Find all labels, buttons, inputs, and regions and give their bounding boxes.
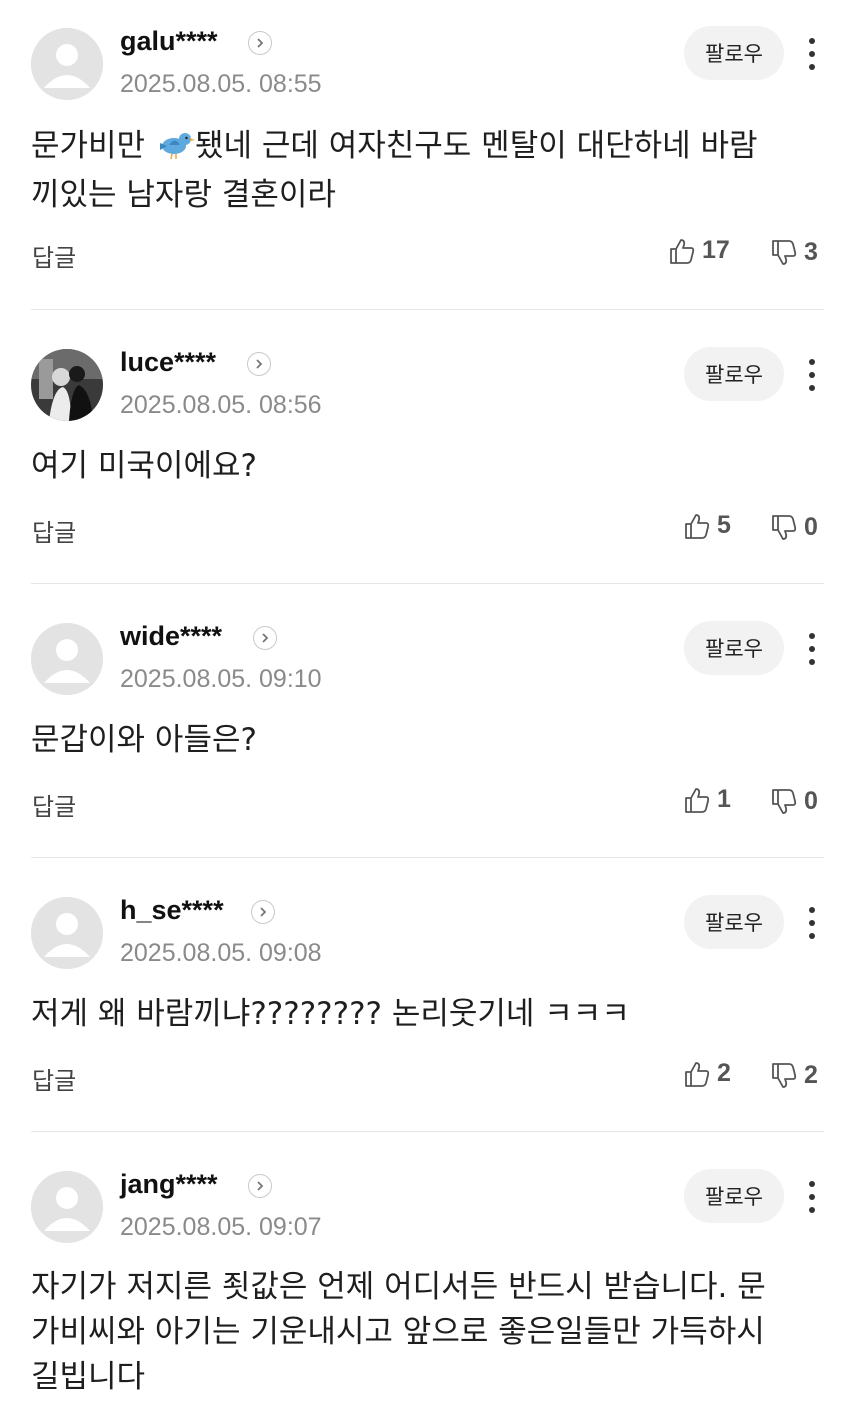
more-options-icon[interactable] <box>796 623 828 675</box>
follow-button[interactable]: 팔로우 <box>684 1169 784 1223</box>
like-count: 2 <box>717 1059 731 1087</box>
comment-text: 자기가 저지른 죗값은 언제 어디서든 반드시 받습니다. 문가비씨와 아기는 … <box>31 1269 766 1395</box>
default-avatar-icon <box>31 623 103 695</box>
dislike-button[interactable]: 0 <box>770 513 818 542</box>
reply-button[interactable]: 답글 <box>32 1061 76 1096</box>
photo-avatar-icon <box>31 349 103 421</box>
profile-chevron-icon[interactable] <box>248 1174 272 1198</box>
divider <box>31 1131 824 1132</box>
dislike-count: 2 <box>804 1061 818 1089</box>
thumbs-down-icon <box>772 239 797 265</box>
dislike-count: 0 <box>804 787 818 815</box>
comment-text-part: 문가비만 <box>31 128 155 164</box>
follow-button[interactable]: 팔로우 <box>684 347 784 401</box>
profile-chevron-icon[interactable] <box>251 900 275 924</box>
avatar[interactable] <box>31 897 103 969</box>
comment-item: jang**** 2025.08.05. 09:07 팔로우 자기가 저지른 죗… <box>0 1143 850 1409</box>
username[interactable]: jang**** <box>120 1169 218 1200</box>
like-button[interactable]: 17 <box>668 236 730 265</box>
avatar[interactable] <box>31 28 103 100</box>
profile-chevron-icon[interactable] <box>253 626 277 650</box>
username[interactable]: wide**** <box>120 621 222 652</box>
profile-chevron-icon[interactable] <box>247 352 271 376</box>
more-options-icon[interactable] <box>796 349 828 401</box>
like-button[interactable]: 2 <box>683 1059 731 1088</box>
username[interactable]: luce**** <box>120 347 216 378</box>
like-button[interactable]: 5 <box>683 511 731 540</box>
thumbs-down-icon <box>772 1062 797 1088</box>
more-options-icon[interactable] <box>796 28 828 80</box>
timestamp: 2025.08.05. 09:07 <box>120 1213 322 1241</box>
dislike-button[interactable]: 3 <box>770 238 818 267</box>
thumbs-up-icon <box>685 1061 710 1087</box>
reply-button[interactable]: 답글 <box>32 238 76 273</box>
dislike-count: 3 <box>804 238 818 266</box>
dislike-button[interactable]: 0 <box>770 787 818 816</box>
like-button[interactable]: 1 <box>683 785 731 814</box>
dislike-count: 0 <box>804 513 818 541</box>
comment-item: h_se**** 2025.08.05. 09:08 팔로우 저게 왜 바람끼냐… <box>0 869 850 1133</box>
more-options-icon[interactable] <box>796 897 828 949</box>
default-avatar-icon <box>31 28 103 100</box>
reply-button[interactable]: 답글 <box>32 513 76 548</box>
comment-text: 문가비만 됐네 근데 여자친구도 멘탈이 대단하네 바람끼있는 남자랑 결혼이라 <box>31 124 781 218</box>
avatar[interactable] <box>31 1171 103 1243</box>
comment-text: 여기 미국이에요? <box>31 448 257 484</box>
default-avatar-icon <box>31 897 103 969</box>
reply-button[interactable]: 답글 <box>32 787 76 822</box>
divider <box>31 583 824 584</box>
bird-icon <box>155 128 195 173</box>
comment-item: wide**** 2025.08.05. 09:10 팔로우 문갑이와 아들은?… <box>0 595 850 859</box>
divider <box>31 309 824 310</box>
comment-text: 문갑이와 아들은? <box>31 722 257 758</box>
thumbs-down-icon <box>772 514 797 540</box>
follow-button[interactable]: 팔로우 <box>684 26 784 80</box>
timestamp: 2025.08.05. 08:56 <box>120 391 322 419</box>
comment-item: galu**** 2025.08.05. 08:55 팔로우 문가비만 됐네 근… <box>0 0 850 310</box>
profile-chevron-icon[interactable] <box>248 31 272 55</box>
follow-button[interactable]: 팔로우 <box>684 621 784 675</box>
thumbs-up-icon <box>685 787 710 813</box>
more-options-icon[interactable] <box>796 1171 828 1223</box>
dislike-button[interactable]: 2 <box>770 1061 818 1090</box>
divider <box>31 857 824 858</box>
comment-text: 저게 왜 바람끼냐???????? 논리웃기네 ㅋㅋㅋ <box>31 996 630 1032</box>
timestamp: 2025.08.05. 09:08 <box>120 939 322 967</box>
username[interactable]: h_se**** <box>120 895 224 926</box>
default-avatar-icon <box>31 1171 103 1243</box>
like-count: 17 <box>702 236 730 264</box>
like-count: 5 <box>717 511 731 539</box>
avatar[interactable] <box>31 623 103 695</box>
comment-item: luce**** 2025.08.05. 08:56 팔로우 여기 미국이에요?… <box>0 321 850 585</box>
timestamp: 2025.08.05. 08:55 <box>120 70 322 98</box>
avatar[interactable] <box>31 349 103 421</box>
thumbs-up-icon <box>685 513 710 539</box>
thumbs-down-icon <box>772 788 797 814</box>
follow-button[interactable]: 팔로우 <box>684 895 784 949</box>
username[interactable]: galu**** <box>120 26 218 57</box>
timestamp: 2025.08.05. 09:10 <box>120 665 322 693</box>
like-count: 1 <box>717 785 731 813</box>
thumbs-up-icon <box>670 238 695 264</box>
